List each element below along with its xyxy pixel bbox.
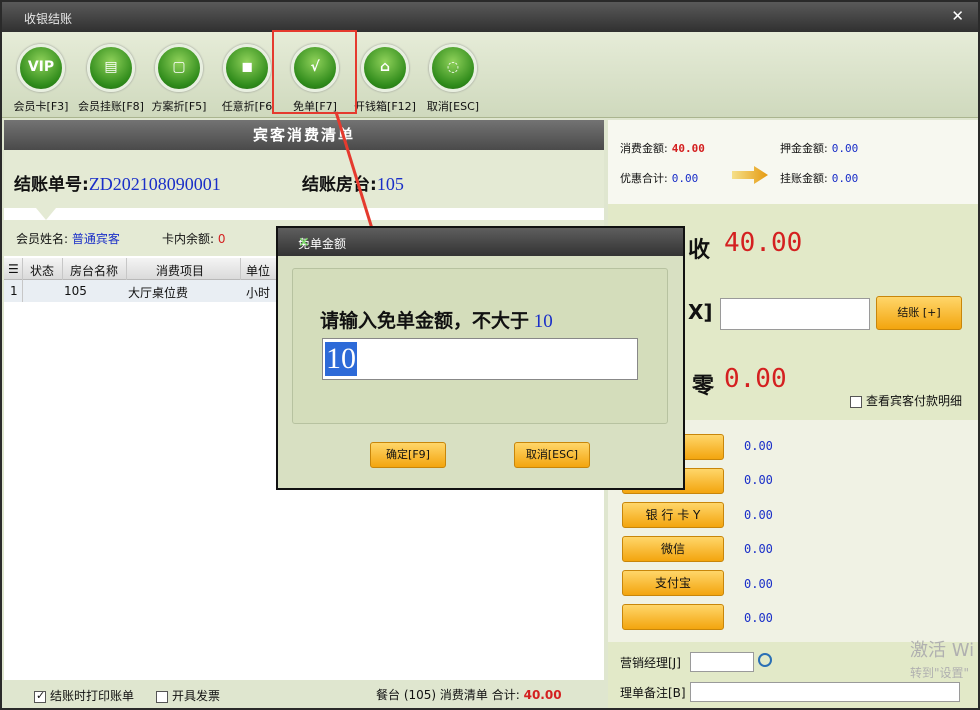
dialog-title-bar: 免单金额 ✕ xyxy=(278,228,683,256)
free-amount-input[interactable]: 10 xyxy=(322,338,638,380)
free-amount-dialog: 免单金额 ✕ 请输入免单金额，不大于 10 10 确定[F9] 取消[ESC] xyxy=(276,226,685,490)
max-amount: 10 xyxy=(533,311,553,332)
dialog-cancel-button[interactable]: 取消[ESC] xyxy=(514,442,590,468)
confirm-button[interactable]: 确定[F9] xyxy=(370,442,446,468)
dialog-close-icon[interactable]: ✕ xyxy=(298,235,675,251)
dialog-prompt: 请输入免单金额，不大于 10 xyxy=(320,311,553,332)
